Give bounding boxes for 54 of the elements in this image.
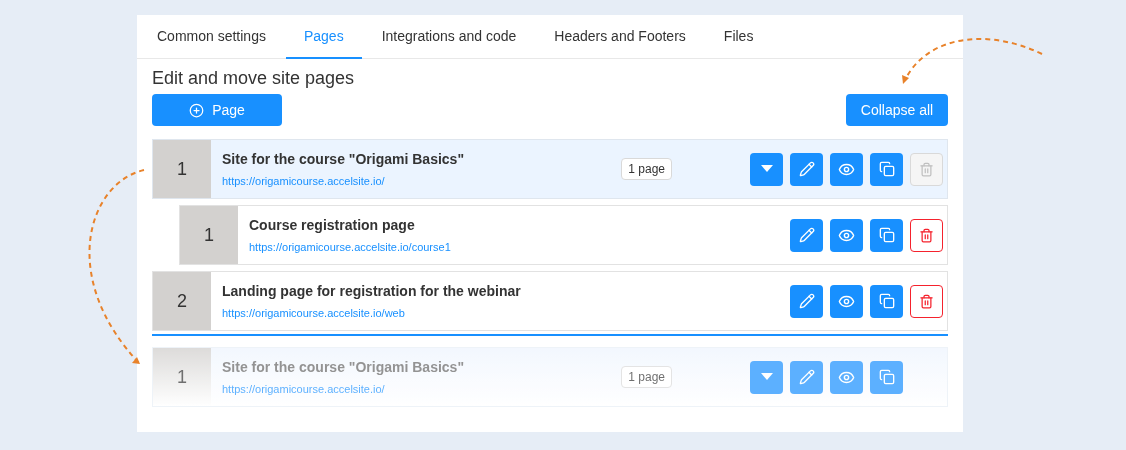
section-heading: Edit and move site pages	[152, 67, 356, 89]
collapse-all-button[interactable]: Collapse all	[846, 94, 948, 126]
caret-icon	[760, 165, 773, 173]
tab[interactable]: Integrations and code	[363, 15, 535, 59]
page-row[interactable]: 1 Course registration page https://origamicourse.accelsite.io/course1	[179, 205, 948, 265]
preview-button[interactable]	[830, 284, 863, 318]
trash-icon	[919, 227, 934, 243]
expand-button[interactable]	[750, 152, 783, 186]
tab[interactable]: Pages	[285, 15, 362, 59]
edit-button[interactable]	[790, 218, 823, 252]
caret-icon	[760, 373, 773, 381]
copy-button[interactable]	[870, 284, 903, 318]
page-number: 1	[180, 206, 238, 264]
page-url[interactable]: https://origamicourse.accelsite.io/web	[222, 304, 790, 322]
pencil-icon	[798, 293, 815, 309]
trash-icon	[919, 161, 934, 177]
page-url[interactable]: https://origamicourse.accelsite.io/course1	[249, 238, 790, 256]
edit-button[interactable]	[790, 360, 823, 394]
copy-button[interactable]	[870, 152, 903, 186]
copy-icon	[878, 369, 895, 385]
page-title: Site for the course "Origami Basics"	[222, 357, 466, 377]
page-title: Site for the course "Origami Basics"	[222, 149, 466, 169]
pencil-icon	[798, 161, 815, 177]
plus-circle-icon	[189, 102, 205, 118]
page-url[interactable]: https://origamicourse.accelsite.io/	[222, 172, 622, 190]
tab[interactable]: Files	[705, 15, 772, 59]
add-page-button[interactable]: Page	[152, 94, 282, 126]
expand-button[interactable]	[750, 360, 783, 394]
copy-icon	[878, 161, 895, 177]
tab[interactable]: Headers and Footers	[536, 15, 704, 59]
copy-button[interactable]	[870, 360, 903, 394]
dragged-page-row[interactable]: 1 Site for the course "Origami Basics" https://origamicourse.accelsite.io/ 1 page	[152, 347, 948, 407]
page-number: 2	[153, 272, 211, 330]
page-count-badge: 1 page	[621, 158, 672, 180]
edit-button[interactable]	[790, 152, 823, 186]
pencil-icon	[798, 369, 815, 385]
page-row[interactable]: 1 Site for the course "Origami Basics" https://origamicourse.accelsite.io/ 1 page	[152, 139, 948, 199]
page-number: 1	[153, 140, 211, 198]
copy-icon	[878, 227, 895, 243]
preview-button[interactable]	[830, 360, 863, 394]
page-title: Landing page for registration for the webinar	[222, 281, 522, 301]
page-count-badge: 1 page	[621, 366, 672, 388]
page-row[interactable]: 2 Landing page for registration for the webinar https://origamicourse.accelsite.io/web	[152, 271, 948, 331]
edit-button[interactable]	[790, 284, 823, 318]
copy-icon	[878, 293, 895, 309]
delete-button[interactable]	[910, 284, 943, 318]
preview-button[interactable]	[830, 218, 863, 252]
page-title: Course registration page	[249, 215, 416, 235]
tab[interactable]: Common settings	[139, 15, 284, 59]
trash-icon	[919, 293, 934, 309]
pencil-icon	[798, 227, 815, 243]
preview-button[interactable]	[830, 152, 863, 186]
copy-button[interactable]	[870, 218, 903, 252]
delete-button[interactable]	[910, 218, 943, 252]
